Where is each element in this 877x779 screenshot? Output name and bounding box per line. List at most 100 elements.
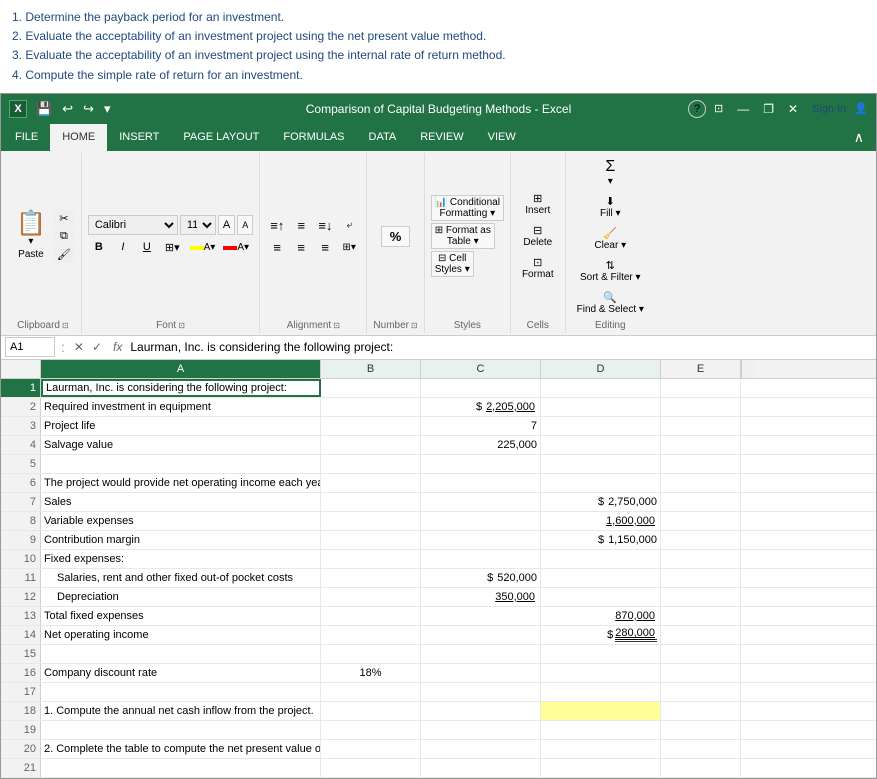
cell-D21[interactable] — [541, 759, 661, 777]
cell-B7[interactable] — [321, 493, 421, 511]
cell-D18[interactable] — [541, 702, 661, 720]
format-cells-button[interactable]: ⊡ Format — [517, 253, 559, 283]
font-grow-button[interactable]: A — [218, 215, 235, 235]
delete-cells-button[interactable]: ⊟ Delete — [517, 221, 559, 251]
left-align-button[interactable]: ≡ — [266, 237, 288, 257]
cell-B12[interactable] — [321, 588, 421, 606]
cell-D12[interactable] — [541, 588, 661, 606]
cell-A4[interactable]: Salvage value — [41, 436, 321, 454]
cell-A7[interactable]: Sales — [41, 493, 321, 511]
cell-B14[interactable] — [321, 626, 421, 644]
cell-A20[interactable]: 2. Complete the table to compute the net… — [41, 740, 321, 758]
cell-B13[interactable] — [321, 607, 421, 625]
cell-B20[interactable] — [321, 740, 421, 758]
underline-button[interactable]: U — [136, 237, 158, 257]
cell-D2[interactable] — [541, 398, 661, 416]
quick-undo-button[interactable]: ↩ — [59, 100, 76, 118]
copy-button[interactable]: ⧉ — [53, 228, 75, 245]
tab-insert[interactable]: INSERT — [107, 124, 171, 151]
cell-A18[interactable]: 1. Compute the annual net cash inflow fr… — [41, 702, 321, 720]
cell-E21[interactable] — [661, 759, 741, 777]
cell-E4[interactable] — [661, 436, 741, 454]
cell-D17[interactable] — [541, 683, 661, 701]
italic-button[interactable]: I — [112, 237, 134, 257]
cell-A3[interactable]: Project life — [41, 417, 321, 435]
tab-formulas[interactable]: FORMULAS — [271, 124, 356, 151]
cell-B6[interactable] — [321, 474, 421, 492]
cell-A14[interactable]: Net operating income — [41, 626, 321, 644]
cell-A13[interactable]: Total fixed expenses — [41, 607, 321, 625]
cell-C3[interactable]: 7 — [421, 417, 541, 435]
cell-B10[interactable] — [321, 550, 421, 568]
cell-E1[interactable] — [661, 379, 741, 397]
cell-D8[interactable]: 1,600,000 — [541, 512, 661, 530]
cell-B21[interactable] — [321, 759, 421, 777]
cell-C11[interactable]: $ 520,000 — [421, 569, 541, 587]
alignment-expand-icon[interactable]: ⊡ — [333, 321, 340, 330]
cell-E6[interactable] — [661, 474, 741, 492]
cell-C12[interactable]: 350,000 — [421, 588, 541, 606]
cell-E9[interactable] — [661, 531, 741, 549]
col-header-C[interactable]: C — [421, 360, 541, 378]
cell-A21[interactable] — [41, 759, 321, 777]
col-header-A[interactable]: A — [41, 360, 321, 378]
cell-D6[interactable] — [541, 474, 661, 492]
sort-filter-button[interactable]: ⇅ Sort & Filter ▾ — [572, 256, 649, 286]
cell-B4[interactable] — [321, 436, 421, 454]
cell-E8[interactable] — [661, 512, 741, 530]
cell-C20[interactable] — [421, 740, 541, 758]
cell-D16[interactable] — [541, 664, 661, 682]
cell-A17[interactable] — [41, 683, 321, 701]
font-expand-icon[interactable]: ⊡ — [178, 321, 185, 330]
cell-E14[interactable] — [661, 626, 741, 644]
cell-C13[interactable] — [421, 607, 541, 625]
cell-styles-button[interactable]: ⊟ CellStyles ▾ — [431, 251, 474, 277]
cell-E17[interactable] — [661, 683, 741, 701]
cell-C9[interactable] — [421, 531, 541, 549]
wrap-text-button[interactable]: ⤶ — [338, 215, 360, 235]
cell-C4[interactable]: 225,000 — [421, 436, 541, 454]
cell-B9[interactable] — [321, 531, 421, 549]
bold-button[interactable]: B — [88, 237, 110, 257]
cell-B3[interactable] — [321, 417, 421, 435]
bottom-align-button[interactable]: ≡↓ — [314, 215, 336, 235]
border-button[interactable]: ⊞▾ — [160, 237, 185, 257]
col-header-B[interactable]: B — [321, 360, 421, 378]
cell-A5[interactable] — [41, 455, 321, 473]
col-header-E[interactable]: E — [661, 360, 741, 378]
cell-reference-box[interactable]: A1 — [5, 337, 55, 357]
format-painter-button[interactable]: 🖌 — [53, 246, 75, 263]
cell-A8[interactable]: Variable expenses — [41, 512, 321, 530]
cell-B16[interactable]: 18% — [321, 664, 421, 682]
cell-C18[interactable] — [421, 702, 541, 720]
tab-file[interactable]: FILE — [3, 124, 50, 151]
cell-A9[interactable]: Contribution margin — [41, 531, 321, 549]
tab-view[interactable]: VIEW — [476, 124, 528, 151]
merge-button[interactable]: ⊞▾ — [338, 237, 360, 257]
cell-A12[interactable]: Depreciation — [41, 588, 321, 606]
cell-E11[interactable] — [661, 569, 741, 587]
cell-D14[interactable]: $ 280,000 — [541, 626, 661, 644]
cell-D13[interactable]: 870,000 — [541, 607, 661, 625]
cell-A6[interactable]: The project would provide net operating … — [41, 474, 321, 492]
help-button[interactable]: ? — [688, 100, 706, 118]
cell-D4[interactable] — [541, 436, 661, 454]
cell-E18[interactable] — [661, 702, 741, 720]
cell-B18[interactable] — [321, 702, 421, 720]
tab-data[interactable]: DATA — [357, 124, 409, 151]
confirm-formula-button[interactable]: ✓ — [89, 340, 105, 354]
cell-E15[interactable] — [661, 645, 741, 663]
col-header-D[interactable]: D — [541, 360, 661, 378]
quick-save-button[interactable]: 💾 — [33, 100, 55, 118]
cell-D9[interactable]: $ 1,150,000 — [541, 531, 661, 549]
cell-C7[interactable] — [421, 493, 541, 511]
cell-A16[interactable]: Company discount rate — [41, 664, 321, 682]
cell-C6[interactable] — [421, 474, 541, 492]
font-size-select[interactable]: 11 — [180, 215, 216, 235]
tab-page-layout[interactable]: PAGE LAYOUT — [171, 124, 271, 151]
font-shrink-button[interactable]: A — [237, 215, 253, 235]
cell-E7[interactable] — [661, 493, 741, 511]
cut-button[interactable]: ✂ — [53, 210, 75, 227]
cell-D10[interactable] — [541, 550, 661, 568]
cell-C10[interactable] — [421, 550, 541, 568]
